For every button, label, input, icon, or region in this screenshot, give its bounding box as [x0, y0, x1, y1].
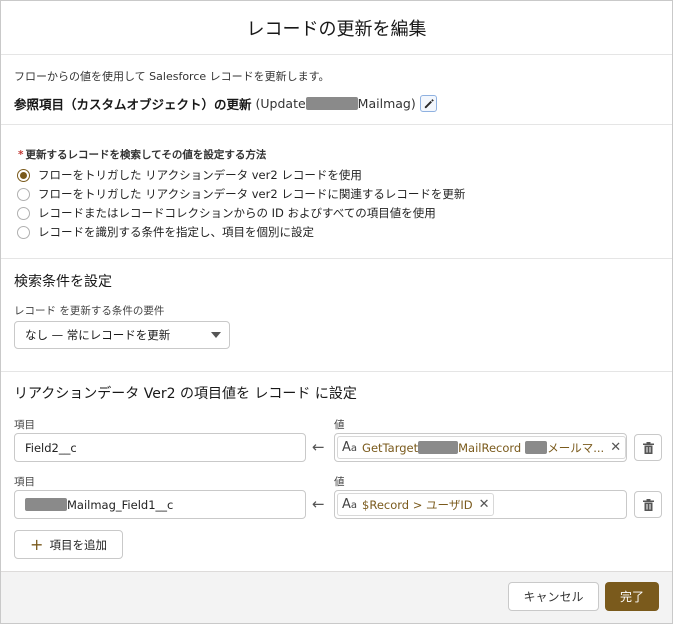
value-pill[interactable]: Aa GetTarget MailRecord メールマ... ✕ [337, 436, 627, 459]
method-option-2[interactable]: フローをトリガした リアクションデータ ver2 レコードに関連するレコードを更… [17, 186, 465, 202]
method-option-4[interactable]: レコードを識別する条件を指定し、項目を個別に設定 [17, 224, 314, 240]
value-label: 値 [334, 419, 345, 431]
required-mark: * [18, 149, 24, 161]
method-option-label: レコードを識別する条件を指定し、項目を個別に設定 [38, 225, 314, 239]
chevron-down-icon [211, 332, 221, 338]
field-input[interactable]: Field2__c [14, 433, 306, 462]
filter-heading: 検索条件を設定 [14, 274, 112, 290]
method-label: * 更新するレコードを検索してその値を設定する方法 [18, 147, 266, 162]
value-input[interactable]: Aa GetTarget MailRecord メールマ... ✕ [334, 433, 627, 462]
element-api-name: (Update Mailmag) [256, 96, 416, 111]
assignments-heading: リアクションデータ Ver2 の項目値を レコード に設定 [14, 386, 357, 402]
field-input-value: Field2__c [25, 440, 77, 455]
redacted-text [305, 97, 358, 110]
value-pill-text-prefix: GetTarget [362, 440, 419, 455]
value-label: 値 [334, 476, 345, 488]
value-pill-text-suffix: メールマ... [547, 440, 605, 455]
value-pill[interactable]: Aa $Record > ユーザID ✕ [337, 493, 495, 516]
api-name-prefix: (Update [255, 96, 306, 111]
edit-update-records-modal: レコードの更新を編集 フローからの値を使用して Salesforce レコードを… [0, 0, 673, 624]
close-icon[interactable]: ✕ [479, 497, 490, 512]
arrow-left-icon: ← [312, 495, 325, 513]
delete-row-button[interactable] [634, 491, 662, 518]
pencil-icon [424, 99, 434, 109]
cancel-button[interactable]: キャンセル [508, 582, 599, 611]
trash-icon [642, 498, 654, 511]
redacted-text [25, 498, 67, 511]
element-title: 参照項目（カスタムオブジェクト）の更新 (Update Mailmag) [14, 94, 437, 113]
condition-requirement-value: なし — 常にレコードを更新 [25, 328, 171, 342]
modal-title: レコードの更新を編集 [246, 18, 427, 40]
method-option-3[interactable]: レコードまたはレコードコレクションからの ID およびすべての項目値を使用 [17, 205, 436, 221]
method-option-label: フローをトリガした リアクションデータ ver2 レコードを使用 [38, 168, 362, 182]
edit-api-name-button[interactable] [419, 95, 437, 112]
radio-button[interactable] [17, 187, 30, 201]
element-info-section [1, 55, 672, 125]
arrow-left-icon: ← [312, 438, 325, 456]
plus-icon: + [30, 535, 44, 554]
done-button[interactable]: 完了 [605, 582, 659, 611]
radio-button[interactable] [17, 225, 30, 239]
condition-requirement-select[interactable]: なし — 常にレコードを更新 [14, 321, 230, 349]
condition-requirement-label: レコード を更新する条件の要件 [14, 305, 165, 317]
add-field-label: 項目を追加 [49, 537, 107, 552]
method-option-label: フローをトリガした リアクションデータ ver2 レコードに関連するレコードを更… [38, 187, 466, 201]
element-label: 参照項目（カスタムオブジェクト）の更新 [14, 97, 252, 112]
value-pill-text: $Record > ユーザID [362, 497, 473, 512]
field-label: 項目 [14, 476, 35, 488]
close-icon[interactable]: ✕ [610, 440, 621, 455]
radio-button[interactable] [17, 206, 30, 220]
modal-header: レコードの更新を編集 [1, 1, 672, 55]
redacted-text [525, 441, 548, 454]
value-input[interactable]: Aa $Record > ユーザID ✕ [334, 490, 627, 519]
add-field-button[interactable]: + 項目を追加 [14, 530, 123, 559]
radio-button-selected[interactable] [17, 168, 30, 182]
value-pill-text-mid: MailRecord [458, 440, 522, 455]
method-label-text: 更新するレコードを検索してその値を設定する方法 [25, 149, 267, 161]
redacted-text [418, 441, 459, 454]
field-label: 項目 [14, 419, 35, 431]
field-input[interactable]: Mailmag_Field1__c [14, 490, 306, 519]
delete-row-button[interactable] [634, 434, 662, 461]
element-description: フローからの値を使用して Salesforce レコードを更新します。 [14, 70, 330, 83]
method-option-1[interactable]: フローをトリガした リアクションデータ ver2 レコードを使用 [17, 167, 362, 183]
trash-icon [642, 441, 654, 454]
api-name-suffix: Mailmag) [357, 96, 416, 111]
text-type-icon: Aa [342, 497, 358, 512]
method-option-label: レコードまたはレコードコレクションからの ID およびすべての項目値を使用 [38, 206, 436, 220]
field-input-value: Mailmag_Field1__c [67, 497, 174, 512]
text-type-icon: Aa [342, 440, 358, 455]
